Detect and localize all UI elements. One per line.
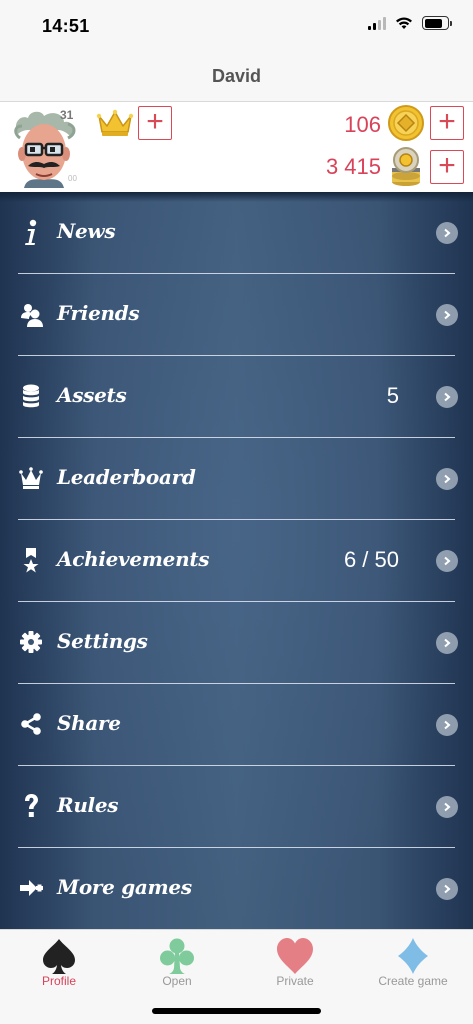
chevron-right-icon <box>436 550 458 572</box>
menu-item-rules[interactable]: Rules <box>0 766 473 848</box>
crown-icon <box>96 109 134 136</box>
tab-label: Create game <box>378 974 448 988</box>
menu-item-value: 5 <box>386 383 399 408</box>
menu-item-label: More games <box>57 875 192 899</box>
chips-stack-icon <box>392 147 420 186</box>
club-icon <box>160 938 194 974</box>
tab-private[interactable]: Private <box>236 936 354 996</box>
menu-item-label: Achievements <box>57 547 210 571</box>
chips-count: 3 415 <box>325 154 381 179</box>
menu-item-news[interactable]: News <box>0 192 473 274</box>
home-indicator <box>152 1008 321 1014</box>
arrow-plus-icon <box>20 880 43 896</box>
ribbon-icon <box>23 548 39 573</box>
gold-coins-count: 106 <box>344 112 381 137</box>
menu-item-friends[interactable]: Friends <box>0 274 473 356</box>
profile-panel: 31 00 + 106 + 3 415 + <box>0 102 473 192</box>
main-menu: News Friends Assets 5 Leaderboard Achiev… <box>0 192 473 929</box>
chevron-right-icon <box>436 386 458 408</box>
cellular-signal-icon <box>368 16 386 30</box>
status-time: 14:51 <box>42 16 90 36</box>
tab-profile[interactable]: Profile <box>0 936 118 996</box>
wifi-icon <box>396 17 412 29</box>
status-icons <box>368 16 452 30</box>
tab-label: Profile <box>41 974 76 988</box>
menu-item-label: Leaderboard <box>57 465 196 489</box>
menu-item-achievements[interactable]: Achievements 6 / 50 <box>0 520 473 602</box>
tab-open[interactable]: Open <box>118 936 236 996</box>
avatar-note: 00 <box>68 174 77 183</box>
chevron-right-icon <box>436 714 458 736</box>
chevron-right-icon <box>436 304 458 326</box>
spade-icon <box>43 939 75 974</box>
menu-item-settings[interactable]: Settings <box>0 602 473 684</box>
level-badge: 31 <box>60 108 74 122</box>
chevron-right-icon <box>436 468 458 490</box>
friends-icon <box>21 304 43 327</box>
menu-item-leaderboard[interactable]: Leaderboard <box>0 438 473 520</box>
status-bar: 14:51 <box>0 0 473 52</box>
menu-item-label: News <box>57 219 116 243</box>
coins-stack-icon <box>23 384 39 408</box>
chevron-right-icon <box>436 222 458 244</box>
chevron-right-icon <box>436 878 458 900</box>
add-chips-button[interactable]: + <box>430 150 464 184</box>
menu-item-label: Rules <box>57 793 119 817</box>
gear-icon <box>20 631 42 653</box>
tab-create-game[interactable]: Create game <box>354 936 472 996</box>
page-title: David <box>211 66 262 86</box>
menu-item-label: Friends <box>57 301 140 325</box>
menu-item-more-games[interactable]: More games <box>0 848 473 930</box>
tab-label: Open <box>162 974 192 988</box>
menu-item-assets[interactable]: Assets 5 <box>0 356 473 438</box>
chevron-right-icon <box>436 796 458 818</box>
menu-item-share[interactable]: Share <box>0 684 473 766</box>
info-icon <box>25 219 37 245</box>
chevron-right-icon <box>436 632 458 654</box>
crown-icon <box>19 467 43 489</box>
menu-item-value: 6 / 50 <box>343 547 399 572</box>
nav-bar: David <box>0 52 473 102</box>
tab-label: Private <box>276 974 314 988</box>
menu-item-label: Assets <box>57 383 127 407</box>
add-gold-coins-button[interactable]: + <box>430 106 464 140</box>
add-crown-button[interactable]: + <box>138 106 172 140</box>
menu-item-label: Share <box>57 711 121 735</box>
share-icon <box>21 713 41 735</box>
gold-coin-icon <box>388 105 424 141</box>
menu-item-label: Settings <box>57 629 148 653</box>
diamond-icon <box>398 938 428 974</box>
heart-icon <box>277 938 313 974</box>
battery-icon <box>422 16 452 30</box>
question-icon <box>25 794 38 817</box>
